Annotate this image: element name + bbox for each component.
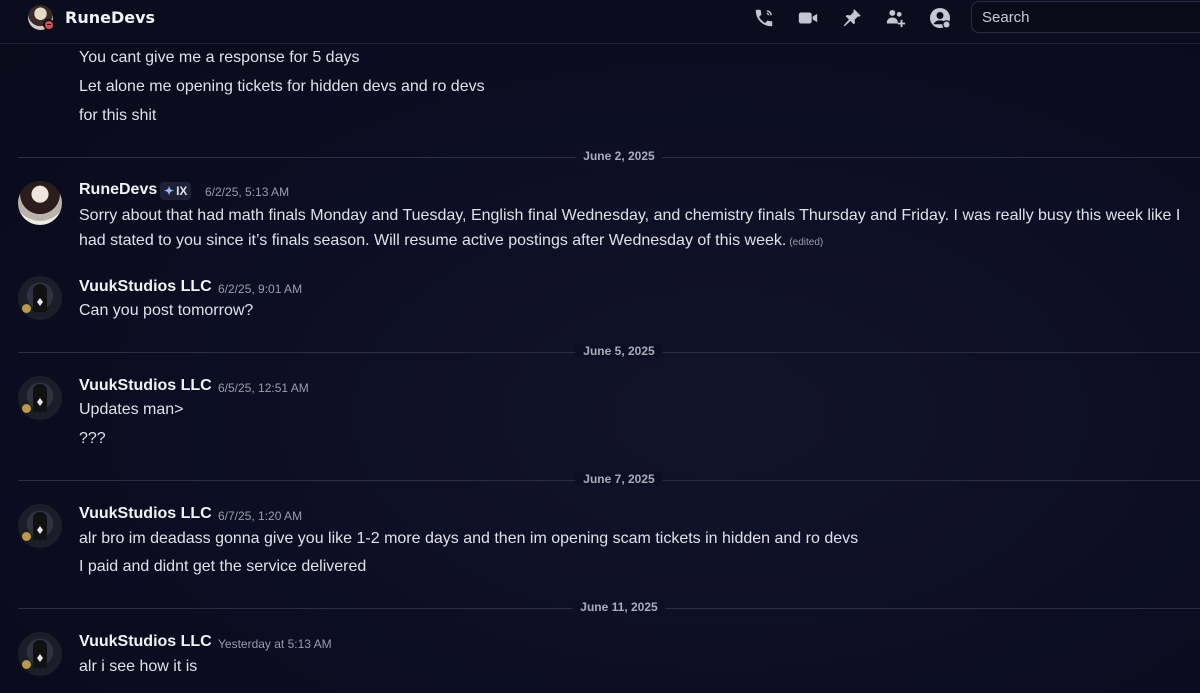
message-line: for this shit: [79, 107, 157, 124]
user-profile-icon[interactable]: [928, 7, 952, 29]
pin-icon[interactable]: [840, 7, 864, 29]
avatar-figure: [33, 284, 47, 312]
avatar-glow: [22, 660, 31, 669]
avatar-glow: [22, 532, 31, 541]
message-line: alr i see how it is: [79, 658, 198, 675]
avatar[interactable]: [18, 181, 62, 225]
avatar-glow: [22, 404, 31, 413]
server-tag-label: IX: [176, 184, 188, 198]
message-line: Let alone me opening tickets for hidden …: [79, 78, 485, 95]
message-timestamp[interactable]: 6/5/25, 12:51 AM: [218, 381, 309, 395]
search-input[interactable]: [972, 2, 1192, 32]
message-author[interactable]: RuneDevs: [79, 181, 157, 199]
message-author[interactable]: VuukStudios LLC: [79, 377, 212, 395]
avatar[interactable]: [18, 276, 62, 320]
message-timestamp[interactable]: 6/2/25, 9:01 AM: [218, 282, 302, 296]
avatar-glow: [22, 304, 31, 313]
channel-title[interactable]: RuneDevs: [65, 8, 155, 27]
message-line: Updates man>: [79, 401, 184, 418]
search-box[interactable]: [971, 1, 1200, 33]
message-content: Sorry about that had math finals Monday …: [79, 203, 1194, 255]
message-line: alr bro im deadass gonna give you like 1…: [79, 530, 859, 547]
channel-header: RuneDevs: [0, 0, 1200, 44]
date-divider-label: June 5, 2025: [575, 344, 663, 358]
message-timestamp[interactable]: 6/7/25, 1:20 AM: [218, 509, 302, 523]
message-line: I paid and didnt get the service deliver…: [79, 558, 367, 575]
message-author[interactable]: VuukStudios LLC: [79, 505, 212, 523]
message-author[interactable]: VuukStudios LLC: [79, 278, 212, 296]
message-author[interactable]: VuukStudios LLC: [79, 633, 212, 651]
tag-icon: ✦: [164, 184, 175, 198]
message-timestamp[interactable]: Yesterday at 5:13 AM: [218, 637, 332, 651]
dm-window: RuneDevs Search You cant give me a respo…: [0, 0, 1200, 693]
avatar[interactable]: [18, 632, 62, 676]
message-line: You cant give me a response for 5 days: [79, 49, 360, 66]
avatar-figure: [33, 512, 47, 540]
add-friend-icon[interactable]: [884, 7, 908, 29]
date-divider-label: June 7, 2025: [575, 472, 663, 486]
phone-call-icon[interactable]: [752, 7, 776, 29]
edited-label: (edited): [789, 237, 824, 248]
avatar[interactable]: [18, 376, 62, 420]
avatar[interactable]: [18, 504, 62, 548]
video-call-icon[interactable]: [796, 7, 820, 29]
message-timestamp[interactable]: 6/2/25, 5:13 AM: [205, 185, 289, 199]
date-divider-label: June 11, 2025: [572, 600, 666, 614]
date-divider-label: June 2, 2025: [575, 149, 663, 163]
message-line: ???: [79, 430, 106, 447]
server-tag[interactable]: ✦ IX: [160, 182, 192, 200]
message-line: Can you post tomorrow?: [79, 302, 254, 319]
avatar-figure: [33, 384, 47, 412]
message-text: Sorry about that had math finals Monday …: [79, 207, 1181, 249]
dnd-status-icon: [43, 19, 54, 30]
avatar-figure: [33, 640, 47, 668]
